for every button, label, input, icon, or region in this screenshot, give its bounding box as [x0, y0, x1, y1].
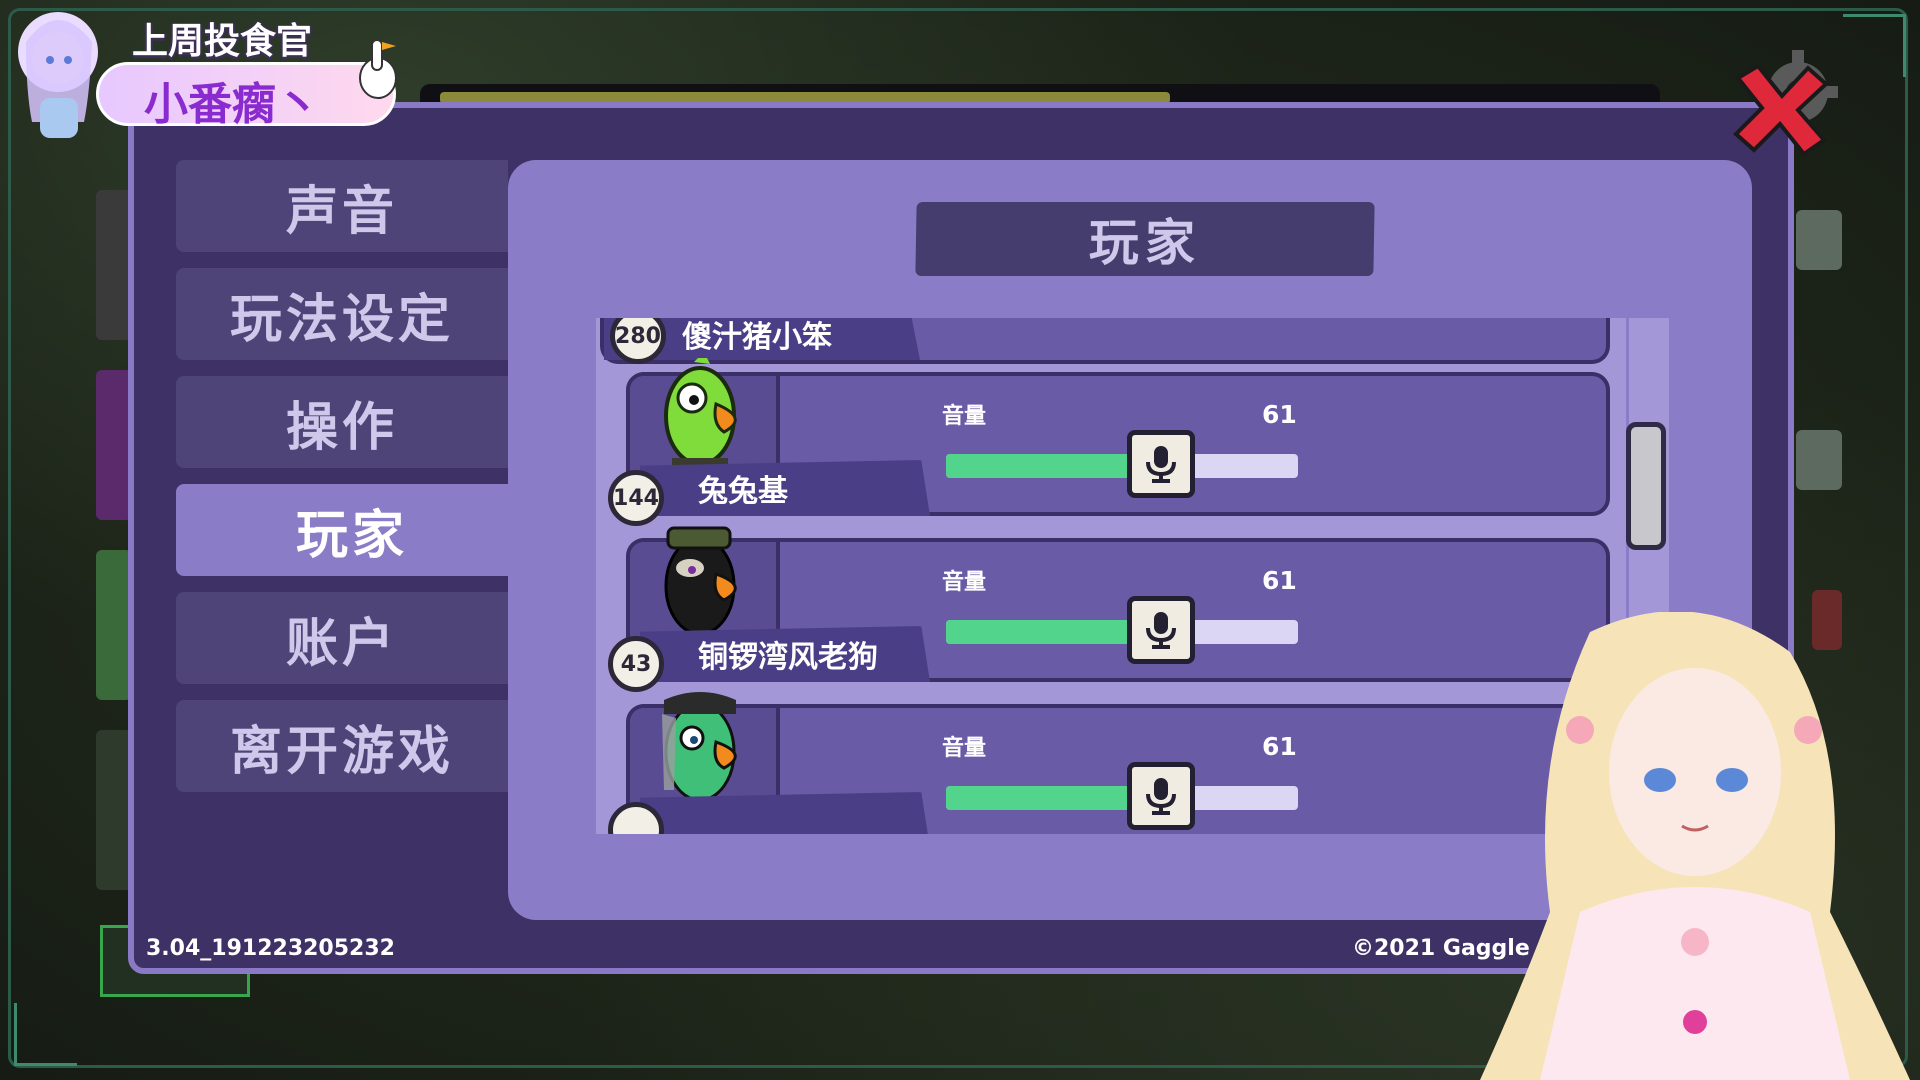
name-tab	[640, 792, 930, 834]
level-badge: 43	[608, 636, 664, 692]
volume-label: 音量	[942, 404, 987, 429]
player-name: 兔兔基	[698, 474, 788, 509]
volume-label: 音量	[942, 570, 987, 595]
background-card	[96, 370, 132, 520]
goose-icon	[359, 39, 397, 99]
volume-value: 61	[1262, 400, 1297, 429]
volume-value: 61	[1262, 732, 1297, 761]
mic-slider-handle[interactable]	[1126, 762, 1195, 830]
player-name: 铜锣湾风老狗	[698, 640, 878, 675]
background-card	[96, 730, 132, 890]
background-card	[96, 190, 132, 340]
microphone-icon	[1145, 778, 1176, 815]
version-text: 3.04_191223205232	[146, 936, 395, 961]
player-row: 傻汁猪小笨 280	[600, 318, 1610, 364]
green-duck-icon	[664, 358, 737, 472]
mic-slider-handle[interactable]	[1126, 430, 1195, 498]
black-duck-icon	[664, 526, 737, 636]
level-badge: 144	[608, 470, 664, 526]
player-row: 铜锣湾风老狗 43 音量 61	[608, 526, 1610, 692]
volume-slider-track[interactable]	[946, 786, 1298, 810]
menu-item-controls[interactable]: 操作	[176, 376, 508, 468]
vtuber-character	[1480, 612, 1910, 1080]
veiled-duck-icon	[662, 692, 737, 802]
volume-label: 音量	[942, 736, 987, 761]
streamer-avatar	[18, 12, 98, 138]
player-row: 兔兔基 144 音量 61	[608, 358, 1610, 526]
menu-item-gameplay[interactable]: 玩法设定	[176, 268, 508, 360]
volume-slider-track[interactable]	[946, 454, 1298, 478]
player-row: 音量 61	[608, 692, 1610, 834]
menu-item-leave-game[interactable]: 离开游戏	[176, 700, 508, 792]
background-card	[96, 550, 132, 700]
scrollbar-thumb[interactable]	[1626, 422, 1666, 550]
menu-item-account[interactable]: 账户	[176, 592, 508, 684]
volume-value: 61	[1262, 566, 1297, 595]
streamer-name: 小番瘸丶	[144, 79, 320, 130]
lock-icon	[1796, 430, 1842, 490]
badge-title: 上周投食官	[132, 21, 313, 62]
frame-corner-bottom-left	[14, 1003, 77, 1066]
menu-item-players[interactable]: 玩家	[176, 484, 528, 576]
menu-item-sound[interactable]: 声音	[176, 160, 508, 252]
section-title: 玩家	[915, 202, 1375, 276]
frame-corner-top-right	[1843, 14, 1906, 77]
map-icon	[1796, 210, 1842, 270]
close-settings-button[interactable]	[1728, 48, 1840, 160]
mic-slider-handle[interactable]	[1126, 596, 1195, 664]
player-name: 傻汁猪小笨	[682, 320, 832, 355]
volume-slider-track[interactable]	[946, 620, 1298, 644]
settings-menu: 声音 玩法设定 操作 玩家 账户 离开游戏	[176, 160, 528, 808]
microphone-icon	[1145, 612, 1176, 649]
microphone-icon	[1145, 446, 1176, 483]
